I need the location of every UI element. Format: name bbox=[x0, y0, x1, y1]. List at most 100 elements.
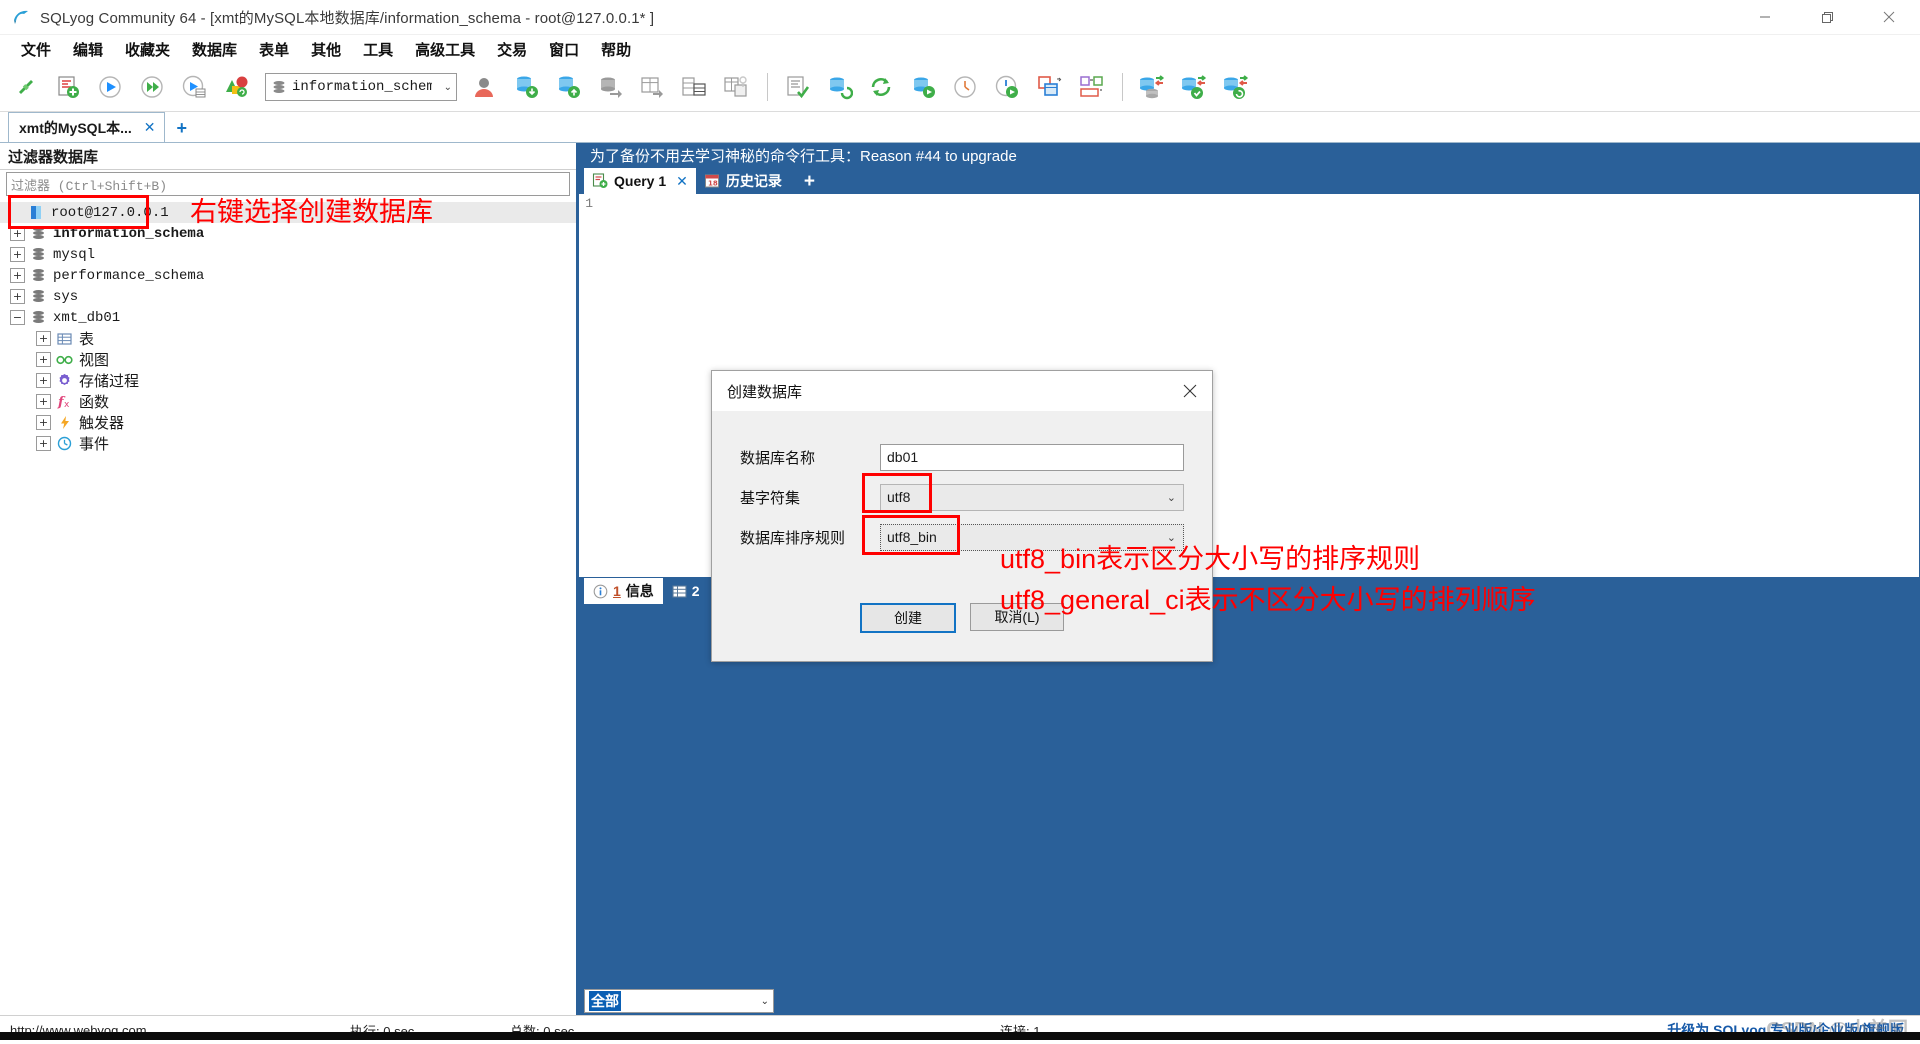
new-connection-tab-button[interactable]: + bbox=[165, 114, 200, 142]
expander-icon[interactable]: + bbox=[36, 394, 51, 409]
menu-item-favorites[interactable]: 收藏夹 bbox=[114, 36, 181, 63]
backup-database-icon[interactable] bbox=[590, 67, 630, 107]
result-filter-select[interactable]: 全部 ⌄ bbox=[584, 989, 774, 1013]
menu-item-table[interactable]: 表单 bbox=[248, 36, 300, 63]
import-database-icon[interactable] bbox=[506, 67, 546, 107]
execute-query-icon[interactable] bbox=[90, 67, 130, 107]
scheduled-job-icon[interactable] bbox=[945, 67, 985, 107]
close-icon[interactable]: ✕ bbox=[144, 119, 156, 136]
charset-select[interactable]: utf8 ⌄ bbox=[880, 483, 1184, 511]
dialog-body: 数据库名称 db01 基字符集 utf8 ⌄ 数据库排序规则 utf8_bin … bbox=[712, 411, 1212, 557]
charset-label: 基字符集 bbox=[740, 489, 801, 507]
expander-icon[interactable]: + bbox=[10, 226, 25, 241]
query-tab-icon bbox=[592, 173, 608, 189]
object-browser-panel: 过滤器数据库 过滤器 (Ctrl+Shift+B) root@127.0.0.1 bbox=[0, 143, 578, 1015]
expander-icon[interactable]: + bbox=[10, 289, 25, 304]
new-connection-icon[interactable] bbox=[6, 67, 46, 107]
tree-item-views[interactable]: + 视图 bbox=[0, 349, 576, 370]
tab-query-1[interactable]: Query 1 ✕ bbox=[584, 168, 696, 194]
new-query-tab-button[interactable]: + bbox=[790, 170, 829, 194]
maximize-button[interactable] bbox=[1796, 0, 1858, 34]
menu-bar: 文件 编辑 收藏夹 数据库 表单 其他 工具 高级工具 交易 窗口 帮助 bbox=[0, 35, 1920, 63]
menu-item-help[interactable]: 帮助 bbox=[590, 36, 642, 63]
table-diagnostics-icon[interactable] bbox=[674, 67, 714, 107]
history-tab-label: 历史记录 bbox=[725, 173, 782, 189]
refresh-all-icon[interactable] bbox=[861, 67, 901, 107]
minimize-button[interactable] bbox=[1734, 0, 1796, 34]
menu-item-transaction[interactable]: 交易 bbox=[486, 36, 538, 63]
schema-designer-icon[interactable] bbox=[716, 67, 756, 107]
connection-tab[interactable]: xmt的MySQL本... ✕ bbox=[8, 112, 165, 142]
event-icon bbox=[56, 435, 73, 452]
collapse-icon[interactable]: − bbox=[10, 310, 25, 325]
expander-icon[interactable]: + bbox=[10, 247, 25, 262]
sqlyog-window: SQLyog Community 64 - [xmt的MySQL本地数据库/in… bbox=[0, 0, 1920, 1044]
tree-item-triggers[interactable]: + 触发器 bbox=[0, 412, 576, 433]
chevron-down-icon: ⌄ bbox=[760, 995, 769, 1007]
database-selector[interactable]: information_schema ⌄ bbox=[265, 73, 457, 101]
tree-item-stored-procedures[interactable]: + 存储过程 bbox=[0, 370, 576, 391]
schema-sync-icon[interactable] bbox=[1216, 67, 1256, 107]
expander-icon[interactable]: + bbox=[36, 436, 51, 451]
tab-history[interactable]: 18 历史记录 bbox=[696, 168, 790, 194]
tab-result-grid[interactable]: 2 bbox=[663, 578, 709, 604]
trigger-icon bbox=[56, 414, 73, 431]
tree-label: 表 bbox=[79, 331, 95, 348]
data-sync-icon[interactable] bbox=[1132, 67, 1172, 107]
tree-item-functions[interactable]: + f x 函数 bbox=[0, 391, 576, 412]
expander-icon[interactable]: + bbox=[36, 373, 51, 388]
menu-item-other[interactable]: 其他 bbox=[300, 36, 352, 63]
annotation-utf8-bin: utf8_bin表示区分大小写的排序规则 bbox=[1000, 544, 1421, 574]
table-data-export-icon[interactable] bbox=[632, 67, 672, 107]
taskbar bbox=[0, 1032, 1920, 1040]
tree-label: 存储过程 bbox=[79, 373, 140, 390]
new-query-tab-icon[interactable] bbox=[48, 67, 88, 107]
expander-icon[interactable]: + bbox=[36, 331, 51, 346]
structure-sync-icon[interactable] bbox=[1174, 67, 1214, 107]
dialog-title-bar: 创建数据库 bbox=[712, 371, 1212, 411]
dialog-close-icon[interactable] bbox=[1168, 372, 1212, 410]
expander-icon[interactable]: + bbox=[10, 268, 25, 283]
export-database-icon[interactable] bbox=[548, 67, 588, 107]
close-button[interactable] bbox=[1858, 0, 1920, 34]
svg-text:18: 18 bbox=[708, 180, 718, 188]
create-button[interactable]: 创建 bbox=[860, 603, 956, 633]
expander-icon[interactable]: + bbox=[36, 352, 51, 367]
result-filter-value: 全部 bbox=[589, 991, 621, 1011]
object-browser-icon[interactable] bbox=[1071, 67, 1111, 107]
user-manager-icon[interactable] bbox=[464, 67, 504, 107]
tree-item-performance-schema[interactable]: + performance_schema bbox=[0, 265, 576, 286]
execute-query-table-icon[interactable] bbox=[174, 67, 214, 107]
sync-database-icon[interactable] bbox=[819, 67, 859, 107]
tree-item-events[interactable]: + 事件 bbox=[0, 433, 576, 454]
menu-item-window[interactable]: 窗口 bbox=[538, 36, 590, 63]
query-builder-icon[interactable] bbox=[777, 67, 817, 107]
tree-item-tables[interactable]: + 表 bbox=[0, 328, 576, 349]
tree-label: 视图 bbox=[79, 352, 110, 369]
tree-item-xmt-db01[interactable]: − xmt_db01 bbox=[0, 307, 576, 328]
database-icon bbox=[273, 81, 285, 93]
tree-label: root@127.0.0.1 bbox=[51, 204, 169, 221]
field-row-charset: 基字符集 utf8 ⌄ bbox=[740, 477, 1184, 517]
form-view-icon[interactable] bbox=[1029, 67, 1069, 107]
tree-label: mysql bbox=[53, 246, 96, 263]
expander-icon[interactable]: + bbox=[36, 415, 51, 430]
close-icon[interactable]: ✕ bbox=[676, 173, 688, 190]
tree-item-sys[interactable]: + sys bbox=[0, 286, 576, 307]
menu-item-file[interactable]: 文件 bbox=[10, 36, 62, 63]
refresh-objects-icon[interactable] bbox=[216, 67, 256, 107]
menu-item-database[interactable]: 数据库 bbox=[181, 36, 248, 63]
tab-messages[interactable]: 1 信息 bbox=[584, 578, 663, 604]
tree-label: 函数 bbox=[79, 394, 110, 411]
menu-item-advanced-tools[interactable]: 高级工具 bbox=[404, 36, 486, 63]
tree-item-mysql[interactable]: + mysql bbox=[0, 244, 576, 265]
scheduled-run-icon[interactable] bbox=[987, 67, 1027, 107]
database-name-input[interactable]: db01 bbox=[880, 443, 1184, 471]
filter-placeholder: 过滤器 (Ctrl+Shift+B) bbox=[11, 178, 168, 194]
menu-item-tools[interactable]: 工具 bbox=[352, 36, 404, 63]
database-selector-value: information_schema bbox=[292, 79, 432, 95]
result-filter-bar: 全部 ⌄ bbox=[578, 987, 1920, 1015]
execute-all-queries-icon[interactable] bbox=[132, 67, 172, 107]
run-database-icon[interactable] bbox=[903, 67, 943, 107]
menu-item-edit[interactable]: 编辑 bbox=[62, 36, 114, 63]
